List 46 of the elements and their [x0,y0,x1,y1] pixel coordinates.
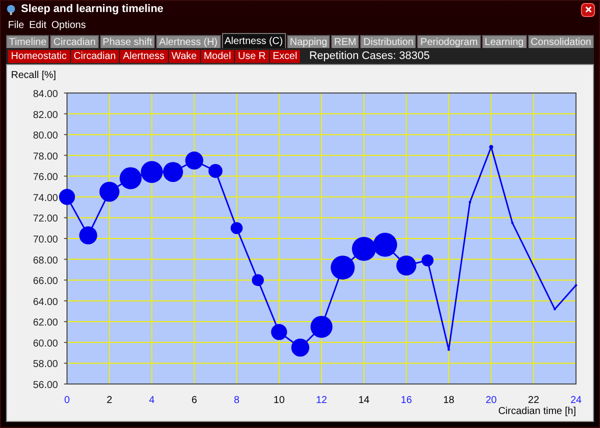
y-tick-label: 76.00 [32,172,58,184]
y-tick-label: 62.00 [32,318,58,329]
y-tick-label: 82.00 [32,110,58,121]
x-tick-label: 8 [234,395,240,406]
x-tick-label: 0 [64,395,70,406]
y-tick-label: 64.00 [32,296,58,308]
menu-item[interactable]: File [8,18,24,33]
y-tick-label: 74.00 [32,192,58,204]
x-tick-label: 24 [570,395,582,406]
x-tick-label: 16 [400,395,412,406]
toolbar-button[interactable]: Circadian [70,50,119,62]
x-tick-label: 22 [528,395,540,406]
toolbar-button[interactable]: Use R [234,50,269,62]
x-tick-label: 12 [316,395,328,406]
y-tick-label: 78.00 [32,151,58,162]
y-tick-label: 60.00 [32,338,58,350]
app-icon [5,4,17,16]
x-tick-label: 6 [191,395,198,406]
y-tick-label: 84.00 [32,89,58,100]
y-tick-label: 58.00 [32,359,58,370]
close-button[interactable] [581,2,595,16]
y-tick-label: 66.00 [32,276,58,288]
repetition-cases-label: Repetition Cases: 38305 [309,48,430,64]
toolbar-button[interactable]: Homeostatic [8,50,70,62]
toolbar-button[interactable]: Wake [168,50,200,62]
toolbar-button[interactable]: Model [200,50,234,62]
axis-title: Recall [%] [11,69,56,83]
tab[interactable]: Alertness (C) [222,33,286,48]
x-tick-label: 20 [486,395,497,406]
x-tick-label: 2 [106,395,112,406]
menu-item[interactable]: Edit [29,18,46,33]
x-tick-label: 10 [274,395,285,406]
x-tick-label: 4 [149,395,155,406]
x-tick-label: 18 [443,395,454,406]
y-tick-label: 80.00 [32,130,58,142]
x-axis-title: Circadian time [h] [498,406,576,417]
toolbar-button[interactable]: Alertness [120,50,168,62]
y-tick-label: 70.00 [32,234,58,246]
toolbar-button[interactable]: Excel [270,50,300,62]
window-title: Sleep and learning timeline [21,2,164,18]
y-tick-label: 72.00 [32,214,58,225]
x-tick-label: 14 [358,395,370,406]
close-icon [584,6,592,13]
y-tick-label: 56.00 [32,380,58,391]
y-tick-label: 68.00 [32,255,58,266]
menu-item[interactable]: Options [51,18,86,33]
